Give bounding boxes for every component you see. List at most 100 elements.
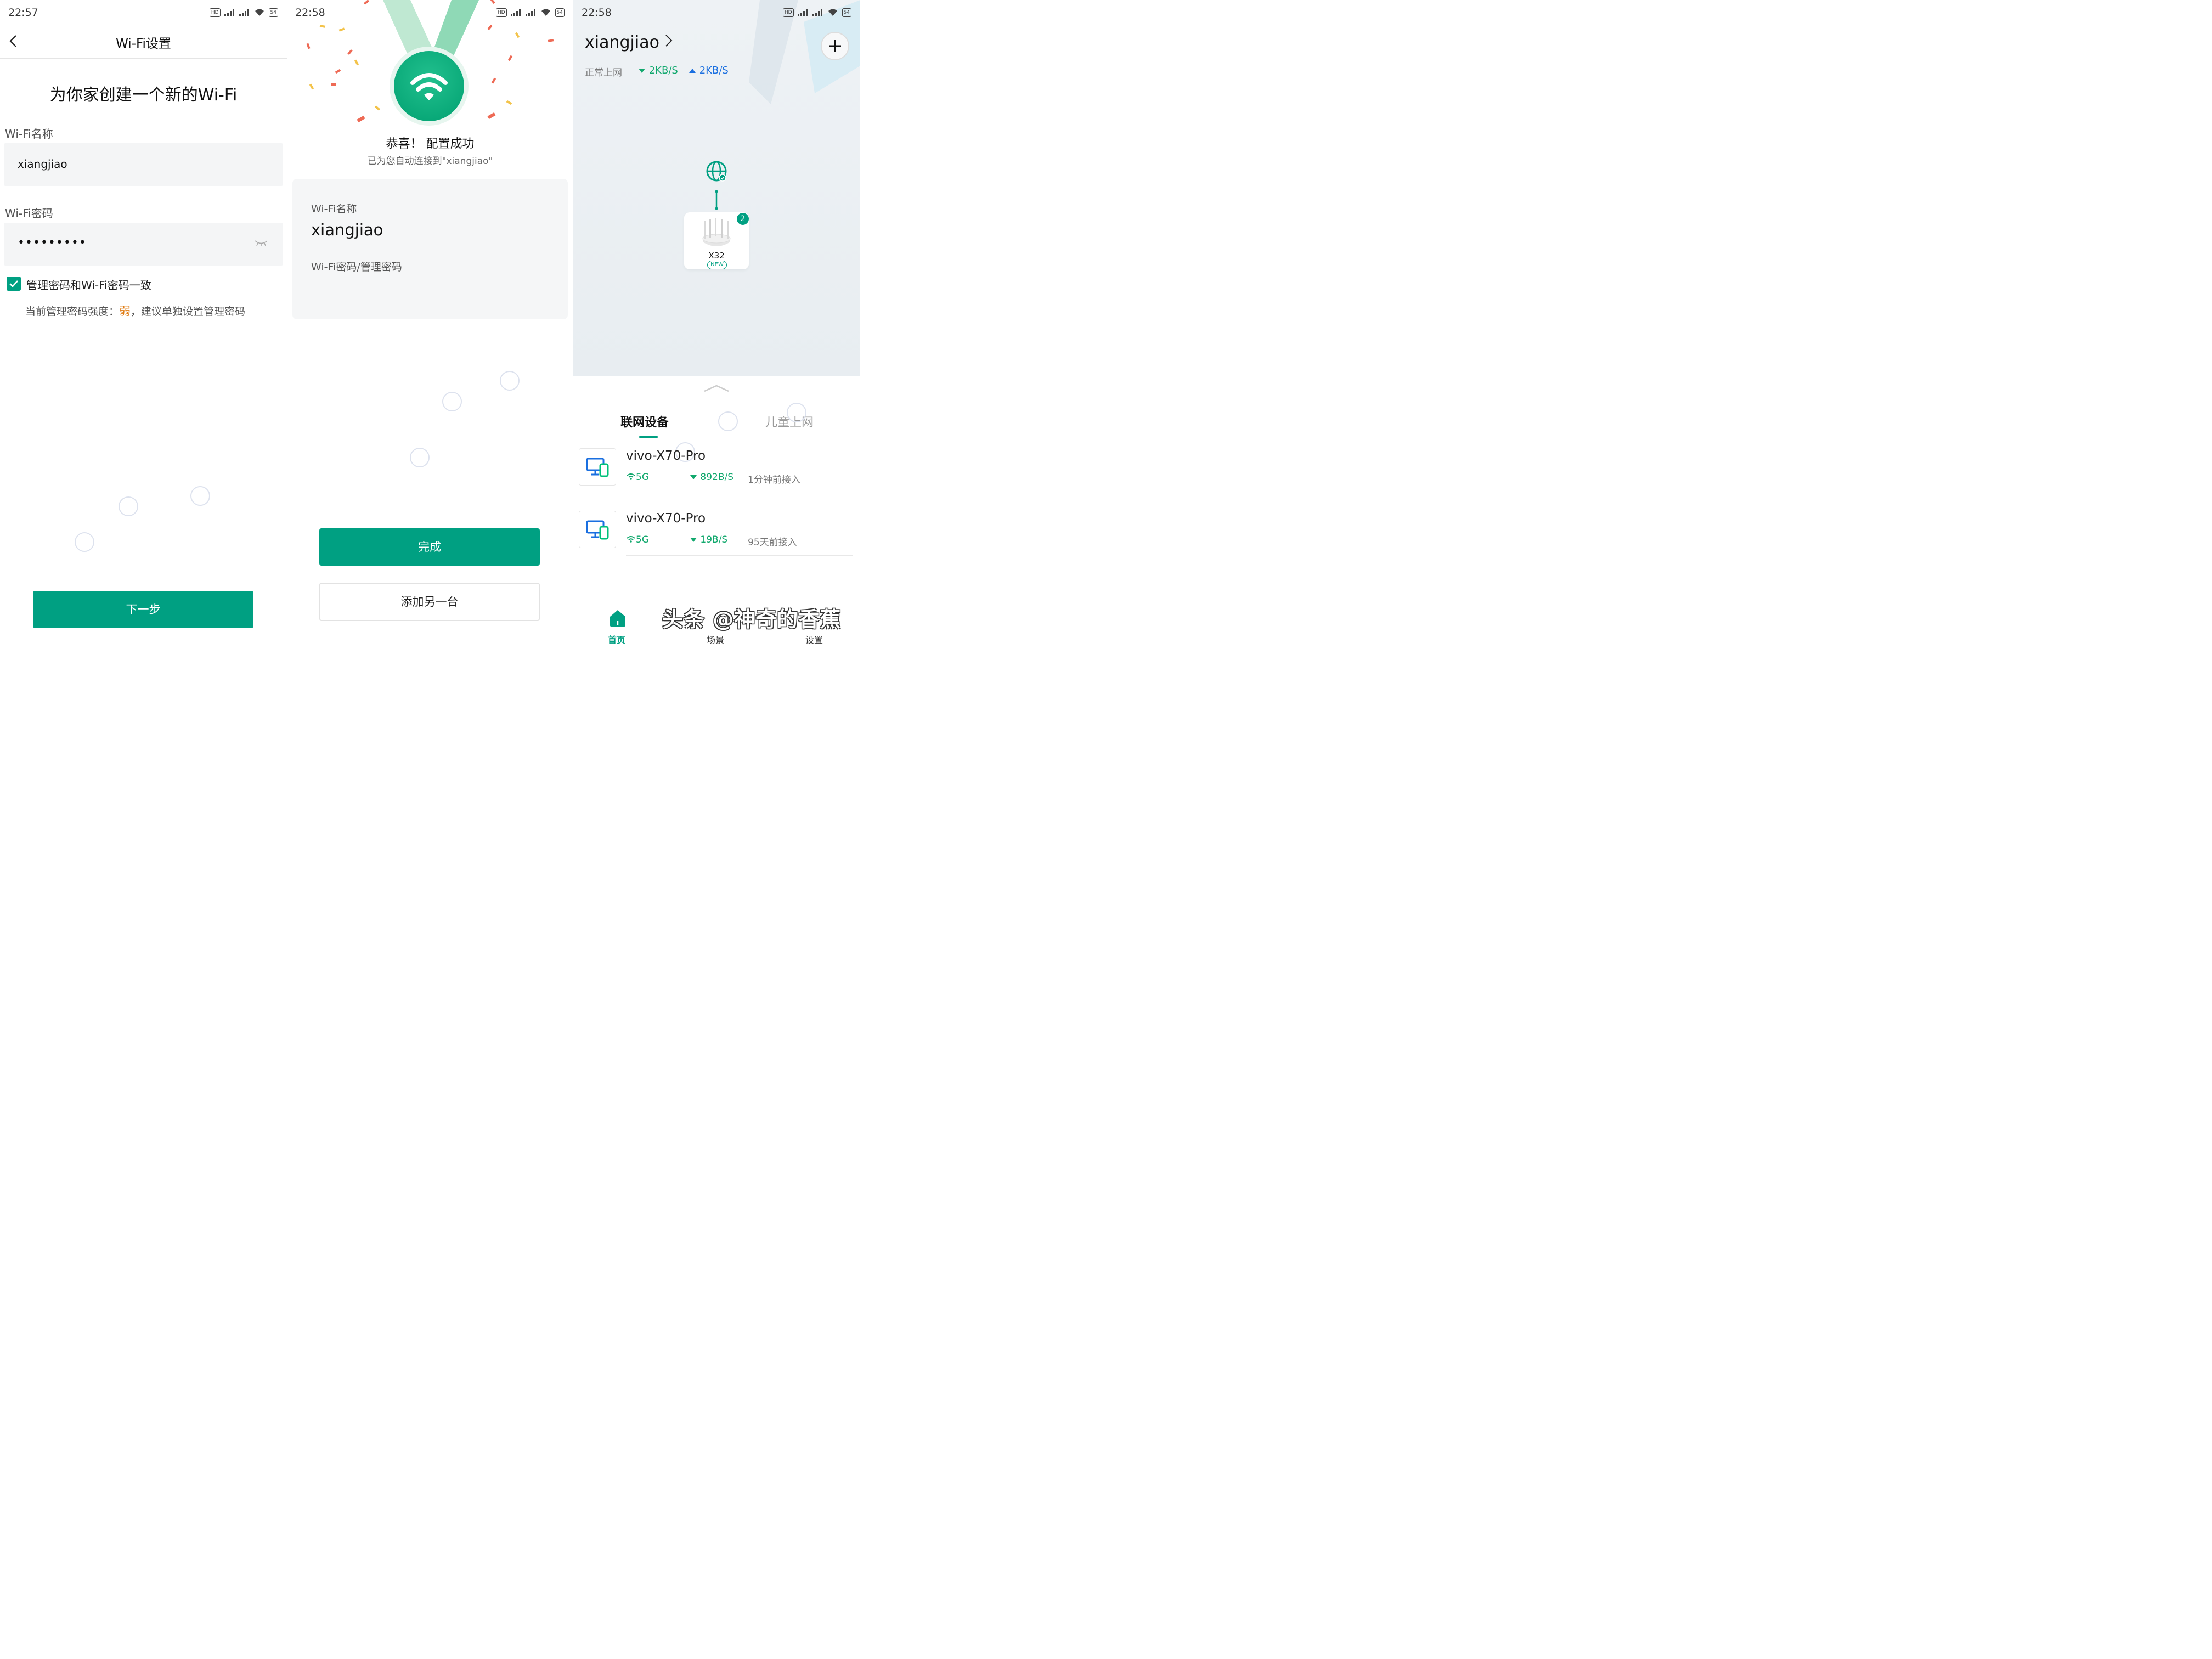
decor-bubble — [442, 392, 462, 411]
device-band: 5G — [626, 472, 649, 483]
same-password-label: 管理密码和Wi-Fi密码一致 — [26, 279, 151, 292]
strength-value: 弱 — [119, 304, 131, 318]
create-wifi-heading: 为你家创建一个新的Wi-Fi — [49, 86, 238, 105]
watermark: 头条 @神奇的香蕉 — [662, 607, 842, 631]
device-connected-time: 95天前接入 — [748, 537, 797, 548]
device-name[interactable]: vivo-X70-Pro — [626, 449, 706, 463]
wifi-icon — [627, 473, 635, 480]
device-name[interactable]: vivo-X70-Pro — [626, 511, 706, 526]
status-icons: HD 54 — [495, 8, 565, 18]
battery-icon: 54 — [555, 8, 565, 17]
decor-bubble — [500, 371, 520, 391]
decor-bubble — [190, 486, 210, 506]
wifi-icon — [541, 9, 550, 16]
wifi-password-input[interactable]: ••••••••• — [4, 223, 283, 266]
nav-settings[interactable]: 设置 — [805, 633, 823, 645]
same-password-checkbox[interactable] — [7, 276, 21, 291]
next-step-button[interactable]: 下一步 — [33, 591, 253, 628]
wifi-name-value: xiangjiao — [311, 221, 383, 239]
device-icon — [579, 511, 616, 548]
device-icon — [579, 448, 616, 486]
signal-icon — [510, 9, 522, 16]
router-model: X32 — [708, 251, 725, 261]
download-arrow-icon — [690, 538, 697, 542]
device-speed: 892B/S — [690, 472, 733, 483]
device-band-value: 5G — [636, 534, 649, 545]
nav-home[interactable]: 首页 — [608, 633, 625, 645]
eye-closed-icon[interactable] — [255, 239, 268, 247]
status-icons: HD 54 — [209, 8, 278, 18]
status-bar: 22:57 HD 54 — [0, 0, 287, 25]
download-speed-value: 2KB/S — [648, 65, 678, 76]
tab-connected-devices[interactable]: 联网设备 — [620, 413, 669, 430]
decor-bubble — [718, 411, 738, 431]
add-device-button[interactable] — [821, 32, 849, 60]
status-time: 22:57 — [8, 7, 38, 19]
wifi-info-card: Wi-Fi名称 xiangjiao Wi-Fi密码/管理密码 — [292, 179, 568, 319]
hd-icon: HD — [782, 8, 794, 17]
wifi-icon — [627, 536, 635, 543]
new-tag: NEW — [707, 261, 727, 269]
hd-icon: HD — [209, 8, 221, 17]
wifi-name-value: xiangjiao — [18, 157, 67, 171]
device-band-value: 5G — [636, 472, 649, 483]
home-icon[interactable] — [609, 609, 627, 628]
device-speed-value: 19B/S — [700, 534, 728, 545]
decor-bubble — [75, 532, 94, 552]
device-connected-time: 1分钟前接入 — [748, 475, 800, 486]
wifi-success-icon — [394, 51, 464, 121]
status-bar: 22:58 HD 54 — [573, 0, 860, 25]
wifi-settings-screen: 22:57 HD 54 Wi-Fi设置 为你家创建一个新的Wi-Fi Wi-Fi… — [0, 0, 287, 645]
device-count-badge: 2 — [737, 213, 749, 225]
active-tab-indicator — [639, 436, 658, 438]
device-speed-value: 892B/S — [700, 472, 734, 483]
network-status: 正常上网 — [585, 67, 622, 78]
decor-bubble — [119, 496, 138, 516]
download-speed: 2KB/S — [638, 65, 678, 76]
decor-bubble — [787, 403, 806, 422]
router-home-screen: 22:58 HD 54 xiangjiao 正常上网 2KB/S 2KB/S X… — [573, 0, 860, 645]
battery-icon: 54 — [268, 8, 278, 17]
wifi-password-label: Wi-Fi密码 — [5, 207, 53, 220]
auto-connected-text: 已为您自动连接到"xiangjiao" — [367, 156, 493, 167]
upload-arrow-icon — [689, 69, 696, 73]
device-speed: 19B/S — [690, 534, 727, 545]
decor-bubble — [410, 448, 430, 467]
signal-icon — [812, 9, 823, 16]
upload-speed: 2KB/S — [689, 65, 729, 76]
download-arrow-icon — [639, 69, 645, 73]
password-strength-hint: 当前管理密码强度：弱，建议单独设置管理密码 — [25, 302, 245, 319]
chevron-right-icon — [665, 35, 673, 47]
done-button[interactable]: 完成 — [319, 528, 540, 566]
wifi-password-label: Wi-Fi密码/管理密码 — [311, 261, 402, 273]
devices-icon — [586, 520, 609, 540]
download-arrow-icon — [690, 475, 697, 479]
status-time: 22:58 — [582, 7, 612, 19]
router-icon — [702, 218, 731, 246]
nav-scenes[interactable]: 场景 — [707, 633, 724, 645]
network-name: xiangjiao — [585, 33, 659, 52]
wifi-icon — [828, 9, 837, 16]
chevron-up-icon[interactable] — [703, 384, 730, 393]
wifi-icon — [410, 73, 448, 100]
add-another-button[interactable]: 添加另一台 — [319, 583, 540, 621]
signal-icon — [525, 9, 537, 16]
signal-icon — [224, 9, 235, 16]
config-success-screen: 22:58 HD 54 恭喜！ 配置成功 已为您自动连接到"xiangjiao"… — [287, 0, 573, 645]
plus-icon — [829, 40, 841, 52]
network-name-link[interactable]: xiangjiao — [585, 33, 673, 52]
strength-prefix: 当前管理密码强度： — [25, 306, 120, 318]
top-bar: Wi-Fi设置 — [0, 25, 287, 59]
divider — [626, 555, 853, 556]
page-title: Wi-Fi设置 — [116, 37, 171, 51]
signal-icon — [797, 9, 809, 16]
internet-globe-icon — [706, 161, 727, 210]
battery-icon: 54 — [842, 8, 851, 17]
hd-icon: HD — [495, 8, 507, 17]
signal-icon — [239, 9, 250, 16]
wifi-icon — [255, 9, 264, 16]
status-time: 22:58 — [295, 7, 325, 19]
status-bar: 22:58 HD 54 — [287, 0, 573, 25]
wifi-name-input[interactable]: xiangjiao — [4, 143, 283, 186]
wifi-name-label: Wi-Fi名称 — [5, 127, 53, 140]
